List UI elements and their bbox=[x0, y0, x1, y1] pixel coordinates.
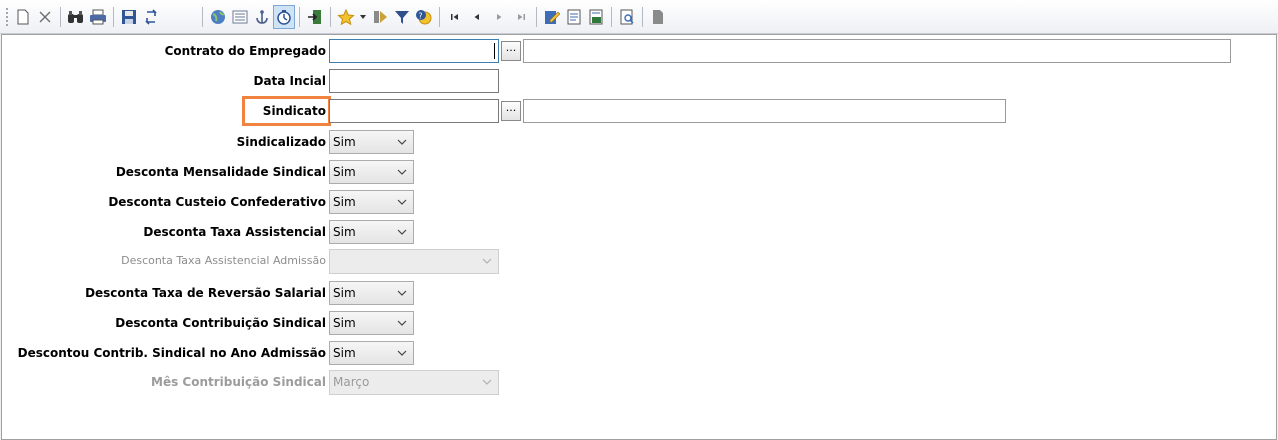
toolbar-separator bbox=[60, 6, 61, 27]
toolbar-separator bbox=[202, 6, 203, 27]
blank-icon[interactable] bbox=[647, 5, 669, 29]
prev-icon[interactable] bbox=[466, 5, 488, 29]
assistencial-label: Desconta Taxa Assistencial bbox=[143, 225, 326, 239]
help-icon[interactable]: ? bbox=[413, 5, 435, 29]
assistencial-value: Sim bbox=[333, 225, 356, 239]
row-contribuicao: Desconta Contribuição Sindical Sim bbox=[2, 311, 1278, 335]
chevron-down-icon bbox=[397, 169, 407, 175]
timer-icon[interactable] bbox=[273, 4, 295, 29]
mes-contribuicao-value: Março bbox=[333, 375, 370, 389]
row-assistencial-admissao: Desconta Taxa Assistencial Admissão bbox=[2, 249, 1278, 274]
toolbar-separator bbox=[642, 6, 643, 27]
row-custeio: Desconta Custeio Confederativo Sim bbox=[2, 190, 1278, 214]
chevron-down-icon bbox=[397, 320, 407, 326]
chevron-down-icon bbox=[482, 258, 492, 264]
row-contrib-ano: Descontou Contrib. Sindical no Ano Admis… bbox=[2, 341, 1278, 365]
row-reversao: Desconta Taxa de Reversão Salarial Sim bbox=[2, 281, 1278, 305]
toolbar: ? bbox=[0, 0, 1278, 34]
contribuicao-label: Desconta Contribuição Sindical bbox=[115, 316, 326, 330]
reversao-label: Desconta Taxa de Reversão Salarial bbox=[85, 286, 326, 300]
sindicato-lookup-button[interactable]: ... bbox=[501, 101, 521, 121]
data-inicial-input[interactable] bbox=[329, 69, 499, 93]
contrib-ano-value: Sim bbox=[333, 346, 356, 360]
custeio-select[interactable]: Sim bbox=[329, 190, 414, 214]
new-icon[interactable] bbox=[12, 5, 34, 29]
text-caret bbox=[494, 43, 495, 59]
find-icon[interactable] bbox=[65, 5, 87, 29]
assistencial-admissao-label: Desconta Taxa Assistencial Admissão bbox=[121, 254, 326, 267]
contrato-input[interactable] bbox=[329, 39, 499, 63]
anchor-icon[interactable] bbox=[251, 5, 273, 29]
row-mes-contribuicao: Mês Contribuição Sindical Março bbox=[2, 370, 1278, 395]
toolbar-separator bbox=[536, 6, 537, 27]
delete-icon[interactable] bbox=[34, 5, 56, 29]
mensalidade-label: Desconta Mensalidade Sindical bbox=[115, 165, 326, 179]
contribuicao-select[interactable]: Sim bbox=[329, 311, 414, 335]
sindicalizado-select[interactable]: Sim bbox=[329, 130, 414, 154]
chevron-down-icon bbox=[397, 229, 407, 235]
contrato-description-field[interactable] bbox=[523, 39, 1231, 63]
mensalidade-value: Sim bbox=[333, 165, 356, 179]
contrato-lookup-button[interactable]: ... bbox=[501, 41, 521, 61]
globe-icon[interactable] bbox=[207, 5, 229, 29]
chevron-down-icon bbox=[397, 139, 407, 145]
custeio-value: Sim bbox=[333, 195, 356, 209]
assistencial-admissao-select[interactable] bbox=[329, 249, 499, 274]
chevron-down-icon bbox=[397, 199, 407, 205]
edit-icon[interactable] bbox=[541, 5, 563, 29]
report-icon[interactable] bbox=[563, 5, 585, 29]
chevron-down-icon bbox=[482, 379, 492, 385]
exit-icon[interactable] bbox=[304, 5, 326, 29]
filter-icon[interactable] bbox=[391, 5, 413, 29]
row-data-inicial: Data Incial bbox=[2, 69, 1278, 93]
first-icon[interactable] bbox=[444, 5, 466, 29]
export-icon[interactable] bbox=[585, 5, 607, 29]
forward-icon[interactable] bbox=[369, 5, 391, 29]
mes-contribuicao-label: Mês Contribuição Sindical bbox=[151, 375, 326, 389]
last-icon[interactable] bbox=[510, 5, 532, 29]
sindicalizado-value: Sim bbox=[333, 135, 356, 149]
list-icon[interactable] bbox=[229, 5, 251, 29]
toolbar-grip[interactable] bbox=[5, 6, 9, 27]
data-inicial-label: Data Incial bbox=[253, 74, 326, 88]
mes-contribuicao-select[interactable]: Março bbox=[329, 370, 499, 395]
toolbar-separator bbox=[330, 6, 331, 27]
contrib-ano-select[interactable]: Sim bbox=[329, 341, 414, 365]
reversao-select[interactable]: Sim bbox=[329, 281, 414, 305]
row-mensalidade: Desconta Mensalidade Sindical Sim bbox=[2, 160, 1278, 184]
print-icon[interactable] bbox=[87, 5, 109, 29]
toolbar-separator bbox=[439, 6, 440, 27]
chevron-down-icon bbox=[397, 350, 407, 356]
chevron-down-icon bbox=[397, 290, 407, 296]
toolbar-separator bbox=[299, 6, 300, 27]
custeio-label: Desconta Custeio Confederativo bbox=[108, 195, 326, 209]
contrato-label: Contrato do Empregado bbox=[164, 44, 326, 58]
sindicato-label: Sindicato bbox=[262, 104, 326, 118]
toolbar-separator bbox=[113, 6, 114, 27]
svg-text:?: ? bbox=[418, 11, 422, 20]
reversao-value: Sim bbox=[333, 286, 356, 300]
form-panel: Contrato do Empregado ... Data Incial Si… bbox=[1, 34, 1277, 440]
dropdown-icon[interactable] bbox=[357, 5, 369, 29]
row-sindicato: Sindicato ... bbox=[2, 96, 1278, 126]
sindicato-input[interactable] bbox=[329, 99, 499, 123]
mensalidade-select[interactable]: Sim bbox=[329, 160, 414, 184]
assistencial-select[interactable]: Sim bbox=[329, 220, 414, 244]
refresh-icon[interactable] bbox=[140, 5, 162, 29]
row-sindicalizado: Sindicalizado Sim bbox=[2, 130, 1278, 154]
row-contrato: Contrato do Empregado ... bbox=[2, 39, 1278, 63]
contrib-ano-label: Descontou Contrib. Sindical no Ano Admis… bbox=[17, 346, 326, 360]
contribuicao-value: Sim bbox=[333, 316, 356, 330]
row-assistencial: Desconta Taxa Assistencial Sim bbox=[2, 220, 1278, 244]
save-icon[interactable] bbox=[118, 5, 140, 29]
next-icon[interactable] bbox=[488, 5, 510, 29]
star-icon[interactable] bbox=[335, 5, 357, 29]
toolbar-separator bbox=[611, 6, 612, 27]
sindicato-description-field[interactable] bbox=[523, 99, 1006, 123]
preview-icon[interactable] bbox=[616, 5, 638, 29]
sindicalizado-label: Sindicalizado bbox=[236, 135, 326, 149]
